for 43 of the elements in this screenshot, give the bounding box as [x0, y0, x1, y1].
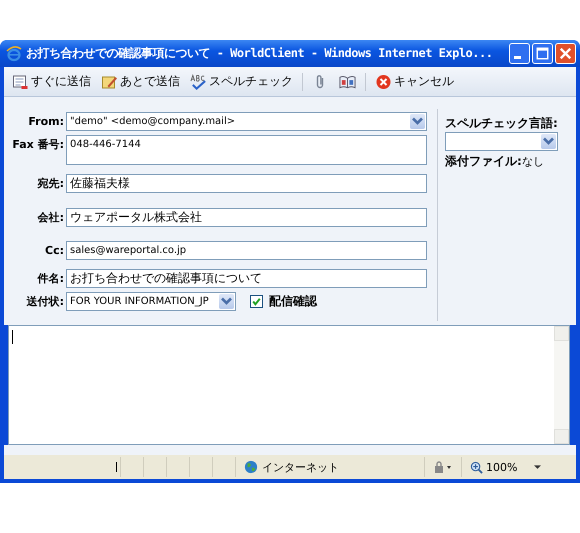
- zoom-icon: [470, 460, 483, 474]
- checkbox[interactable]: [250, 295, 263, 308]
- cancel-icon: [375, 74, 392, 90]
- book-icon: [339, 74, 356, 90]
- send-icon: [12, 74, 29, 90]
- field-label: Fax 番号:: [11, 137, 65, 153]
- toolbar-button[interactable]: キャンセル: [371, 71, 458, 92]
- browser-logo-icon: [6, 46, 22, 62]
- lock-icon[interactable]: [432, 461, 454, 473]
- cover-page-select[interactable]: FOR YOUR INFORMATION_JP: [66, 292, 236, 311]
- note-icon: [101, 74, 118, 90]
- field-label: 添付ファイル:: [445, 153, 522, 170]
- field-label: スペルチェック言語:: [445, 115, 558, 132]
- minimize-button[interactable]: [509, 43, 530, 64]
- sender-select[interactable]: "demo" <demo@company.mail>: [66, 112, 427, 131]
- security-zone-label: インターネット: [262, 460, 339, 474]
- attachment-value: なし: [522, 154, 544, 169]
- toolbar-button[interactable]: あとで送信: [97, 71, 184, 92]
- message-body-field[interactable]: [8, 325, 570, 445]
- dropdown-arrow-icon[interactable]: [534, 464, 542, 470]
- field-label: From:: [27, 114, 65, 130]
- checkbox-label[interactable]: 配信確認: [269, 293, 317, 310]
- input-field[interactable]: 048-446-7144: [66, 135, 427, 165]
- field-label: 宛先:: [36, 176, 65, 192]
- spell-check-icon: [190, 74, 207, 90]
- globe-icon: [244, 460, 258, 474]
- window-title: お打ち合わせでの確認事項について - WorldClient - Windows Internet Explo...: [26, 45, 494, 62]
- zoom-level[interactable]: 100%: [486, 460, 518, 474]
- input-field[interactable]: ウェアポータル株式会社: [66, 208, 427, 227]
- input-field[interactable]: 佐藤福夫様: [66, 174, 427, 193]
- toolbar-button[interactable]: スペルチェック: [186, 71, 297, 92]
- scrollbar[interactable]: [554, 326, 569, 444]
- maximize-button[interactable]: [532, 43, 553, 64]
- field-label: 件名:: [36, 271, 65, 287]
- input-field[interactable]: sales@wareportal.co.jp: [66, 241, 427, 260]
- close-button[interactable]: [555, 43, 576, 64]
- minimize-icon: [514, 56, 521, 59]
- language-select[interactable]: [445, 132, 558, 151]
- input-field[interactable]: お打ち合わせでの確認事項について: [66, 269, 427, 288]
- field-label: 会社:: [36, 210, 65, 226]
- field-label: 送付状:: [26, 294, 65, 310]
- toolbar-button[interactable]: すぐに送信: [8, 71, 95, 92]
- field-label: Cc:: [44, 243, 65, 259]
